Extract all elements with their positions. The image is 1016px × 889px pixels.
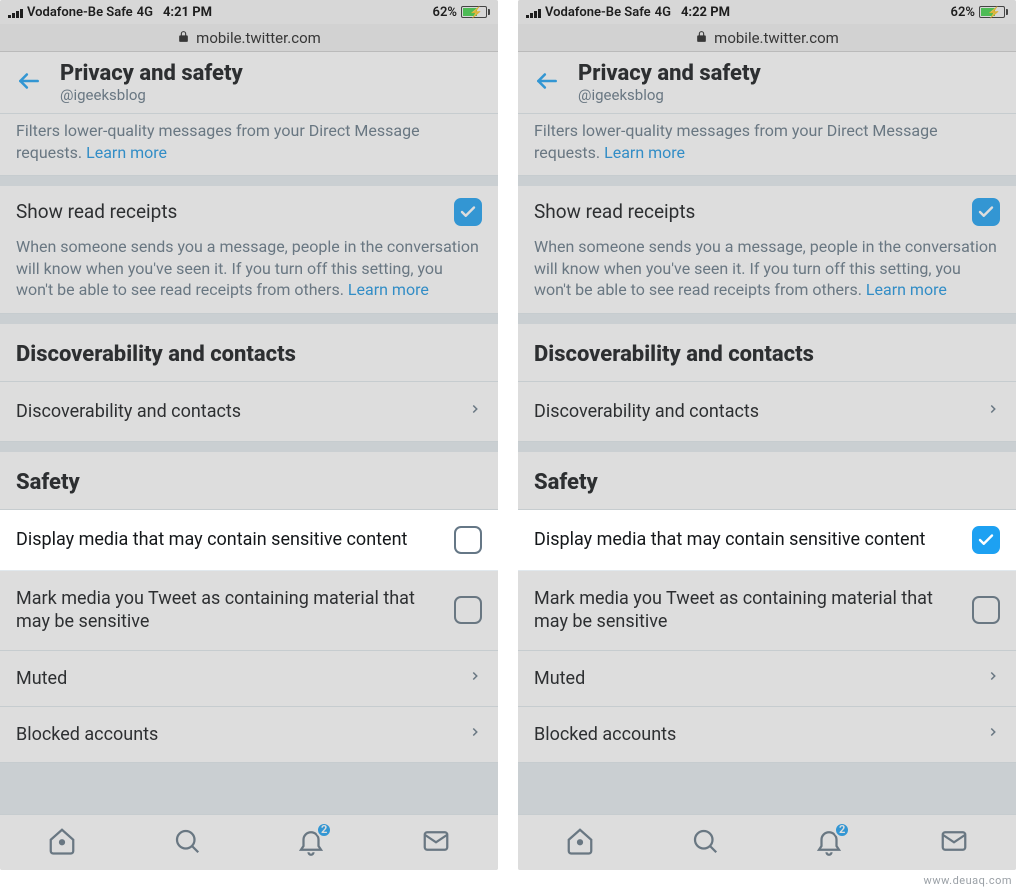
lock-icon	[695, 29, 708, 47]
display-sensitive-checkbox[interactable]	[454, 526, 482, 554]
nav-search-icon[interactable]	[172, 826, 202, 860]
safety-header: Safety	[518, 452, 1016, 510]
network-type: 4G	[137, 5, 153, 20]
chevron-right-icon	[468, 398, 482, 425]
nav-notifications-icon[interactable]: 2	[296, 826, 326, 860]
display-sensitive-row[interactable]: Display media that may contain sensitive…	[0, 510, 498, 571]
back-button[interactable]	[16, 68, 42, 98]
nav-notifications-icon[interactable]: 2	[814, 826, 844, 860]
nav-messages-icon[interactable]	[421, 826, 451, 860]
muted-row[interactable]: Muted	[0, 651, 498, 707]
page-title: Privacy and safety	[578, 61, 761, 86]
url-bar[interactable]: mobile.twitter.com	[518, 24, 1016, 52]
page-subtitle: @igeeksblog	[60, 86, 243, 104]
learn-more-link[interactable]: Learn more	[866, 280, 947, 299]
safety-header: Safety	[0, 452, 498, 510]
notifications-badge: 2	[316, 822, 332, 838]
learn-more-link[interactable]: Learn more	[86, 143, 167, 162]
discoverability-row[interactable]: Discoverability and contacts	[518, 382, 1016, 442]
quality-filter-desc: Filters lower-quality messages from your…	[0, 114, 498, 176]
battery-icon: ⚡	[979, 6, 1008, 18]
signal-icon	[526, 7, 541, 18]
signal-icon	[8, 7, 23, 18]
lock-icon	[177, 29, 190, 47]
discoverability-header: Discoverability and contacts	[518, 324, 1016, 382]
clock: 4:22 PM	[681, 5, 730, 20]
battery-percent: 62%	[433, 5, 457, 20]
read-receipts-card: Show read receipts When someone sends yo…	[0, 186, 498, 314]
mark-sensitive-checkbox[interactable]	[972, 596, 1000, 624]
mark-sensitive-row[interactable]: Mark media you Tweet as containing mater…	[518, 571, 1016, 651]
notifications-badge: 2	[834, 822, 850, 838]
blocked-row[interactable]: Blocked accounts	[518, 707, 1016, 763]
content-scroll[interactable]: Filters lower-quality messages from your…	[0, 114, 498, 814]
blocked-row[interactable]: Blocked accounts	[0, 707, 498, 763]
bottom-nav: 2	[518, 814, 1016, 870]
mark-sensitive-row[interactable]: Mark media you Tweet as containing mater…	[0, 571, 498, 651]
back-button[interactable]	[534, 68, 560, 98]
display-sensitive-row[interactable]: Display media that may contain sensitive…	[518, 510, 1016, 571]
url-text: mobile.twitter.com	[196, 29, 321, 47]
read-receipts-title: Show read receipts	[534, 200, 972, 225]
page-title: Privacy and safety	[60, 61, 243, 86]
page-header: Privacy and safety @igeeksblog	[0, 52, 498, 114]
phone-left: Vodafone-Be Safe 4G 4:21 PM 62% ⚡ mobile…	[0, 0, 498, 870]
nav-messages-icon[interactable]	[939, 826, 969, 860]
bottom-nav: 2	[0, 814, 498, 870]
carrier-name: Vodafone-Be Safe	[27, 5, 133, 20]
battery-percent: 62%	[951, 5, 975, 20]
chevron-right-icon	[986, 665, 1000, 692]
page-subtitle: @igeeksblog	[578, 86, 761, 104]
read-receipts-checkbox[interactable]	[972, 198, 1000, 226]
network-type: 4G	[655, 5, 671, 20]
nav-search-icon[interactable]	[690, 826, 720, 860]
nav-home-icon[interactable]	[565, 826, 595, 860]
watermark: www.deuaq.com	[924, 874, 1012, 887]
status-bar: Vodafone-Be Safe 4G 4:21 PM 62% ⚡	[0, 0, 498, 24]
read-receipts-checkbox[interactable]	[454, 198, 482, 226]
carrier-name: Vodafone-Be Safe	[545, 5, 651, 20]
battery-icon: ⚡	[461, 6, 490, 18]
content-scroll[interactable]: Filters lower-quality messages from your…	[518, 114, 1016, 814]
read-receipts-card: Show read receipts When someone sends yo…	[518, 186, 1016, 314]
page-header: Privacy and safety @igeeksblog	[518, 52, 1016, 114]
clock: 4:21 PM	[163, 5, 212, 20]
mark-sensitive-checkbox[interactable]	[454, 596, 482, 624]
learn-more-link[interactable]: Learn more	[348, 280, 429, 299]
read-receipts-title: Show read receipts	[16, 200, 454, 225]
learn-more-link[interactable]: Learn more	[604, 143, 685, 162]
status-bar: Vodafone-Be Safe 4G 4:22 PM 62% ⚡	[518, 0, 1016, 24]
chevron-right-icon	[986, 398, 1000, 425]
url-bar[interactable]: mobile.twitter.com	[0, 24, 498, 52]
muted-row[interactable]: Muted	[518, 651, 1016, 707]
discoverability-row[interactable]: Discoverability and contacts	[0, 382, 498, 442]
discoverability-header: Discoverability and contacts	[0, 324, 498, 382]
nav-home-icon[interactable]	[47, 826, 77, 860]
chevron-right-icon	[468, 665, 482, 692]
chevron-right-icon	[986, 721, 1000, 748]
chevron-right-icon	[468, 721, 482, 748]
display-sensitive-checkbox[interactable]	[972, 526, 1000, 554]
quality-filter-desc: Filters lower-quality messages from your…	[518, 114, 1016, 176]
phone-right: Vodafone-Be Safe 4G 4:22 PM 62% ⚡ mobile…	[518, 0, 1016, 870]
url-text: mobile.twitter.com	[714, 29, 839, 47]
